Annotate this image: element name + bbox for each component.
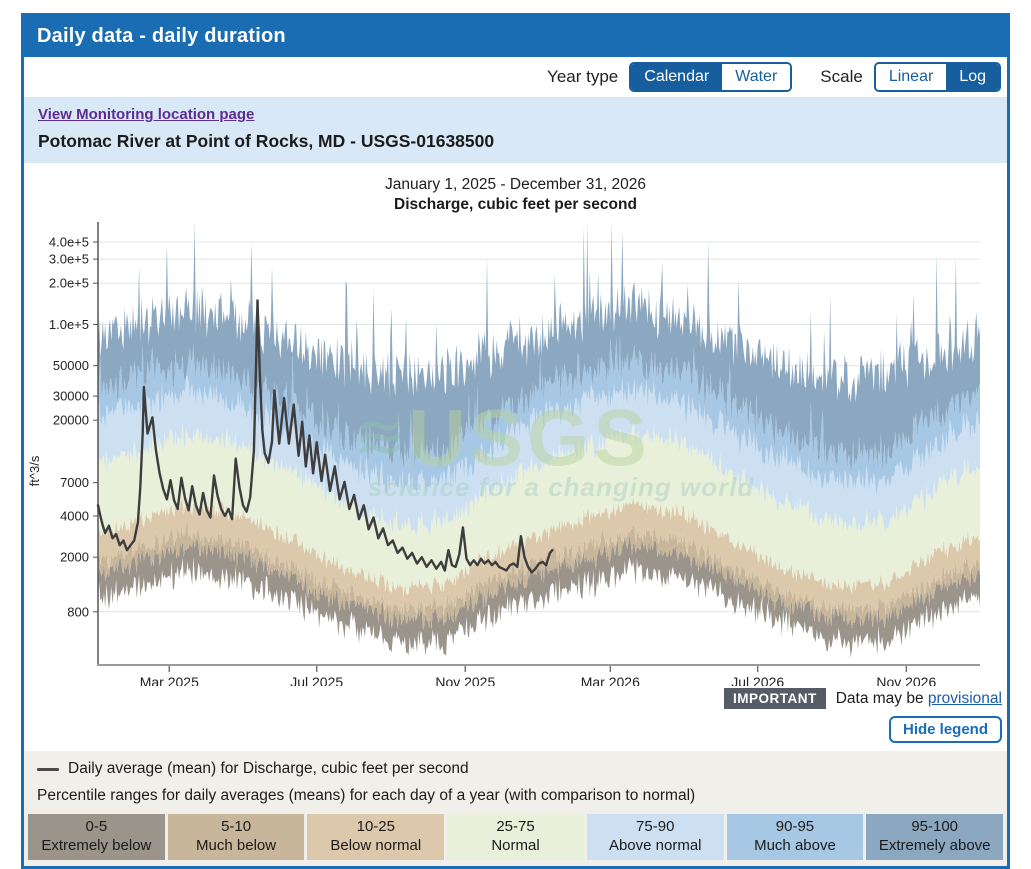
percentile-class-box: 95-100Extremely above [866, 814, 1003, 860]
mean-legend-row: Daily average (mean) for Discharge, cubi… [28, 760, 1003, 778]
daily-data-panel: Daily data - daily duration Year type Ca… [21, 13, 1010, 869]
year-type-water-button[interactable]: Water [722, 64, 790, 90]
scale-log-button[interactable]: Log [946, 64, 999, 90]
svg-text:Mar 2026: Mar 2026 [581, 674, 640, 686]
chart-parameter-title: Discharge, cubic feet per second [24, 196, 1007, 214]
svg-text:50000: 50000 [53, 358, 89, 373]
svg-text:Nov 2025: Nov 2025 [435, 674, 495, 686]
svg-text:2000: 2000 [60, 550, 89, 565]
scale-label: Scale [820, 67, 863, 87]
location-info-box: View Monitoring location page Potomac Ri… [24, 97, 1007, 163]
percentile-class-box: 75-90Above normal [587, 814, 724, 860]
svg-text:Mar 2025: Mar 2025 [140, 674, 199, 686]
mean-line-sample [37, 768, 59, 771]
svg-text:800: 800 [67, 604, 89, 619]
mean-line-label: Daily average (mean) for Discharge, cubi… [68, 760, 469, 778]
chart-date-range: January 1, 2025 - December 31, 2026 [24, 176, 1007, 194]
percentile-class-box: 10-25Below normal [307, 814, 444, 860]
hide-legend-row: Hide legend [24, 709, 1007, 751]
svg-text:Jul 2026: Jul 2026 [731, 674, 784, 686]
svg-text:30000: 30000 [53, 389, 89, 404]
year-type-toggle: Calendar Water [629, 62, 792, 92]
chart-legend: Daily average (mean) for Discharge, cubi… [24, 751, 1007, 866]
location-title: Potomac River at Point of Rocks, MD - US… [38, 131, 993, 152]
percentile-class-box: 5-10Much below [168, 814, 305, 860]
svg-text:Nov 2026: Nov 2026 [876, 674, 936, 686]
important-badge: IMPORTANT [724, 688, 826, 709]
year-type-calendar-button[interactable]: Calendar [631, 64, 722, 90]
panel-title: Daily data - daily duration [37, 25, 286, 47]
chart-area: January 1, 2025 - December 31, 2026 Disc… [24, 176, 1007, 686]
percentile-class-box: 25-75Normal [447, 814, 584, 860]
svg-text:ft^3/s: ft^3/s [27, 455, 42, 486]
year-type-label: Year type [547, 67, 618, 87]
svg-text:3.0e+5: 3.0e+5 [49, 252, 89, 267]
scale-toggle: Linear Log [874, 62, 1001, 92]
monitoring-location-link[interactable]: View Monitoring location page [38, 106, 254, 123]
controls-row: Year type Calendar Water Scale Linear Lo… [24, 57, 1007, 97]
svg-text:4.0e+5: 4.0e+5 [49, 235, 89, 250]
svg-text:4000: 4000 [60, 509, 89, 524]
svg-text:2.0e+5: 2.0e+5 [49, 276, 89, 291]
provisional-link[interactable]: provisional [928, 690, 1002, 707]
percentile-ranges-title: Percentile ranges for daily averages (me… [28, 787, 1003, 805]
provisional-text: Data may be provisional [836, 690, 1002, 708]
provisional-notice: IMPORTANT Data may be provisional [24, 686, 1007, 709]
panel-header: Daily data - daily duration [24, 16, 1007, 57]
svg-text:20000: 20000 [53, 413, 89, 428]
svg-text:1.0e+5: 1.0e+5 [49, 317, 89, 332]
percentile-class-boxes: 0-5Extremely below5-10Much below10-25Bel… [28, 814, 1003, 860]
percentile-class-box: 0-5Extremely below [28, 814, 165, 860]
percentile-class-box: 90-95Much above [727, 814, 864, 860]
provisional-text-prefix: Data may be [836, 690, 928, 707]
svg-text:Jul 2025: Jul 2025 [290, 674, 343, 686]
hide-legend-button[interactable]: Hide legend [889, 716, 1002, 743]
duration-plot-svg[interactable]: 4.0e+5 3.0e+5 2.0e+5 1.0e+5 50000 30000 20000 7… [24, 216, 1007, 686]
svg-text:7000: 7000 [60, 475, 89, 490]
scale-linear-button[interactable]: Linear [876, 64, 946, 90]
plot-region: 4.0e+5 3.0e+5 2.0e+5 1.0e+5 50000 30000 20000 7… [24, 216, 1007, 686]
